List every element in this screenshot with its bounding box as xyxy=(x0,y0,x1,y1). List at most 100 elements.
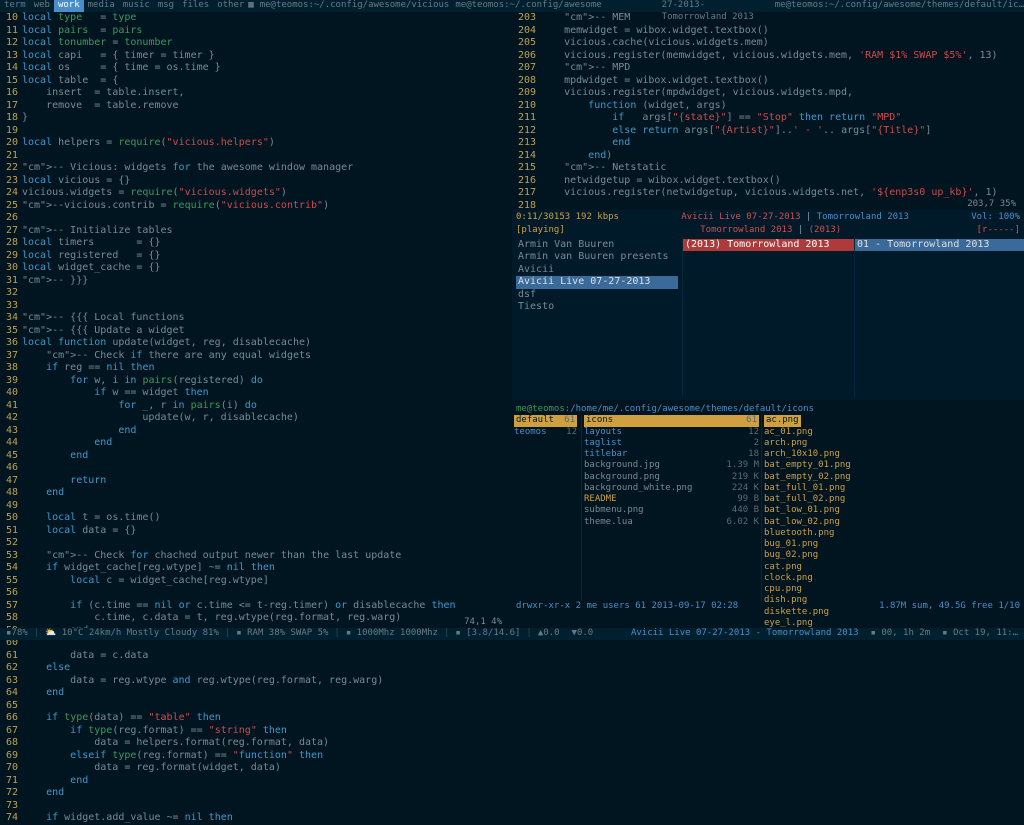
fm-middle-column[interactable]: icons61layouts12taglist2titlebar18backgr… xyxy=(582,415,762,601)
fm-file-row[interactable]: bug_02.png xyxy=(764,550,1022,561)
code-line: 62 else xyxy=(0,662,510,675)
fm-file-row[interactable]: ac_01.png xyxy=(764,427,1022,438)
fm-file-row[interactable]: background.png219 K xyxy=(584,472,759,483)
fm-file-row[interactable]: arch.png xyxy=(764,438,1022,449)
artist-row[interactable]: Armin Van Buuren xyxy=(516,239,678,252)
fm-file-row[interactable]: cat.png xyxy=(764,562,1022,573)
code-line: 49 xyxy=(0,500,510,513)
code-line: 12local tonumber = tonumber xyxy=(0,37,510,50)
code-line: 64 end xyxy=(0,687,510,700)
fm-file-row[interactable]: bat_full_01.png xyxy=(764,483,1022,494)
code-line: 20local helpers = require("vicious.helpe… xyxy=(0,137,510,150)
code-line: 22"cm">-- Vicious: widgets for the aweso… xyxy=(0,162,510,175)
album-row[interactable]: (2013) Tomorrowland 2013 xyxy=(683,239,854,252)
mpd-timepos: 0:11/30153 192 kbps xyxy=(516,212,619,223)
code-line: 63 data = reg.wtype and reg.wtype(reg.fo… xyxy=(0,675,510,688)
fm-file-row[interactable]: README99 B xyxy=(584,494,759,505)
code-line: 33 xyxy=(0,300,510,313)
fm-file-row[interactable]: arch_10x10.png xyxy=(764,449,1022,460)
artist-row[interactable]: Tiesto xyxy=(516,301,678,314)
code-line: 43 end xyxy=(0,425,510,438)
tag-term[interactable]: term xyxy=(0,0,30,11)
fm-file-row[interactable]: bug_01.png xyxy=(764,539,1022,550)
fm-preview-file[interactable]: ac.png xyxy=(764,415,801,426)
fm-dir-row[interactable]: icons61 xyxy=(584,415,759,426)
code-line: 73 xyxy=(0,800,510,813)
code-line: 206 vicious.register(memwidget, vicious.… xyxy=(512,50,1024,63)
sb-net-dn: ▼0.0 xyxy=(566,628,600,639)
code-line: 30local widget_cache = {} xyxy=(0,262,510,275)
code-line: 40 if w == widget then xyxy=(0,387,510,400)
code-line: 38 if reg == nil then xyxy=(0,362,510,375)
fm-file-row[interactable]: bat_low_02.png xyxy=(764,517,1022,528)
fm-file-row[interactable]: theme.lua6.02 K xyxy=(584,517,759,528)
fm-dir-row[interactable]: taglist2 xyxy=(584,438,759,449)
track-row[interactable]: 01 - Tomorrowland 2013 xyxy=(855,239,1024,252)
tag-other[interactable]: other xyxy=(213,0,248,11)
artist-column[interactable]: Armin Van BuurenArmin van Buuren present… xyxy=(512,237,682,397)
fm-file-row[interactable]: background_white.png224 K xyxy=(584,483,759,494)
code-line: 28local timers = {} xyxy=(0,237,510,250)
album-column[interactable]: (2013) Tomorrowland 2013 xyxy=(682,237,854,397)
code-line: 69 elseif type(reg.format) == "function"… xyxy=(0,750,510,763)
file-manager-pane[interactable]: me@teomos:/home/me/.config/awesome/theme… xyxy=(512,404,1024,628)
win-title-1[interactable]: me@teomos:~/.config/awesome/vicious xyxy=(254,0,450,11)
code-line: 212 else return args["{Artist}"]..' - '.… xyxy=(512,125,1024,138)
fm-file-row[interactable]: bat_low_01.png xyxy=(764,505,1022,516)
fm-disk: 1.87M sum, 49.5G free 1/10 xyxy=(879,601,1020,612)
code-line: 37 "cm">-- Check if there are any equal … xyxy=(0,350,510,363)
code-line: 65 xyxy=(0,700,510,713)
code-line: 13local capi = { timer = timer } xyxy=(0,50,510,63)
win-title-2[interactable]: me@teomos:~/.config/awesome xyxy=(449,0,601,11)
fm-dir-row[interactable]: default61 xyxy=(514,415,577,426)
code-line: 17 remove = table.remove xyxy=(0,100,510,113)
fm-file-row[interactable]: bat_empty_01.png xyxy=(764,460,1022,471)
fm-file-row[interactable]: bat_full_02.png xyxy=(764,494,1022,505)
fm-preview-column[interactable]: ac.pngac_01.pngarch.pngarch_10x10.pngbat… xyxy=(762,415,1024,601)
fm-file-row[interactable]: background.jpg1.39 M xyxy=(584,460,759,471)
fm-file-row[interactable]: submenu.png440 B xyxy=(584,505,759,516)
fm-file-row[interactable]: bluetooth.png xyxy=(764,528,1022,539)
tag-music[interactable]: music xyxy=(119,0,154,11)
sb-cpu: ▪ 1000Mhz 1000Mhz xyxy=(340,628,444,639)
fm-perm: drwxr-xr-x 2 me users 61 2013-09-17 02:2… xyxy=(516,601,738,612)
fm-file-row[interactable]: bat_empty_02.png xyxy=(764,472,1022,483)
editor-right-pane[interactable]: 203 "cm">-- MEM204 memwidget = wibox.wid… xyxy=(512,12,1024,210)
artist-row[interactable]: dsf xyxy=(516,289,678,302)
code-line: 74 if widget.add_value ~= nil then xyxy=(0,812,510,825)
code-line: 71 end xyxy=(0,775,510,788)
code-line: 72 end xyxy=(0,787,510,800)
top-taskbar: term web work media music msg files othe… xyxy=(0,0,1024,12)
fm-dir-row[interactable]: teomos12 xyxy=(514,427,577,438)
track-column[interactable]: 01 - Tomorrowland 2013 xyxy=(854,237,1024,397)
code-line: 19 xyxy=(0,125,510,138)
code-line: 210 function (widget, args) xyxy=(512,100,1024,113)
sb-battery: ▪78% xyxy=(0,628,34,639)
music-player-pane[interactable]: 0:11/30153 192 kbps Avicii Live 07-27-20… xyxy=(512,210,1024,400)
artist-row[interactable]: Avicii Live 07-27-2013 xyxy=(516,276,678,289)
fm-parent-column[interactable]: default61teomos12 xyxy=(512,415,582,601)
code-line: 203 "cm">-- MEM xyxy=(512,12,1024,25)
tag-files[interactable]: files xyxy=(178,0,213,11)
tag-work[interactable]: work xyxy=(54,0,84,11)
fm-dir-row[interactable]: layouts12 xyxy=(584,427,759,438)
fm-dir-row[interactable]: titlebar18 xyxy=(584,449,759,460)
tag-web[interactable]: web xyxy=(30,0,54,11)
code-line: 216 netwidgetup = wibox.widget.textbox() xyxy=(512,175,1024,188)
artist-row[interactable]: Armin van Buuren presents xyxy=(516,251,678,264)
sb-ram: ▪ RAM 38% SWAP 5% xyxy=(230,628,334,639)
code-line: 207 "cm">-- MPD xyxy=(512,62,1024,75)
artist-row[interactable]: Avicii xyxy=(516,264,678,277)
fm-file-row[interactable]: clock.png xyxy=(764,573,1022,584)
code-line: 217 vicious.register(netwidgetup, viciou… xyxy=(512,187,1024,200)
code-line: 68 data = helpers.format(reg.format, dat… xyxy=(0,737,510,750)
sb-weather: ⛅ 10°C 24km/h Mostly Cloudy 81% xyxy=(39,628,225,639)
sb-load: ▪ [3.8/14.6] xyxy=(449,628,526,639)
win-title-4[interactable]: me@teomos:~/.config/awesome/themes/defau… xyxy=(755,0,1024,11)
editor-left-pane[interactable]: 10local type = type11local pairs = pairs… xyxy=(0,12,510,628)
code-line: 53 "cm">-- Check for chached output newe… xyxy=(0,550,510,563)
fm-file-row[interactable]: cpu.png xyxy=(764,584,1022,595)
mpd-state: [playing] xyxy=(516,225,565,236)
tag-media[interactable]: media xyxy=(84,0,119,11)
tag-msg[interactable]: msg xyxy=(154,0,178,11)
